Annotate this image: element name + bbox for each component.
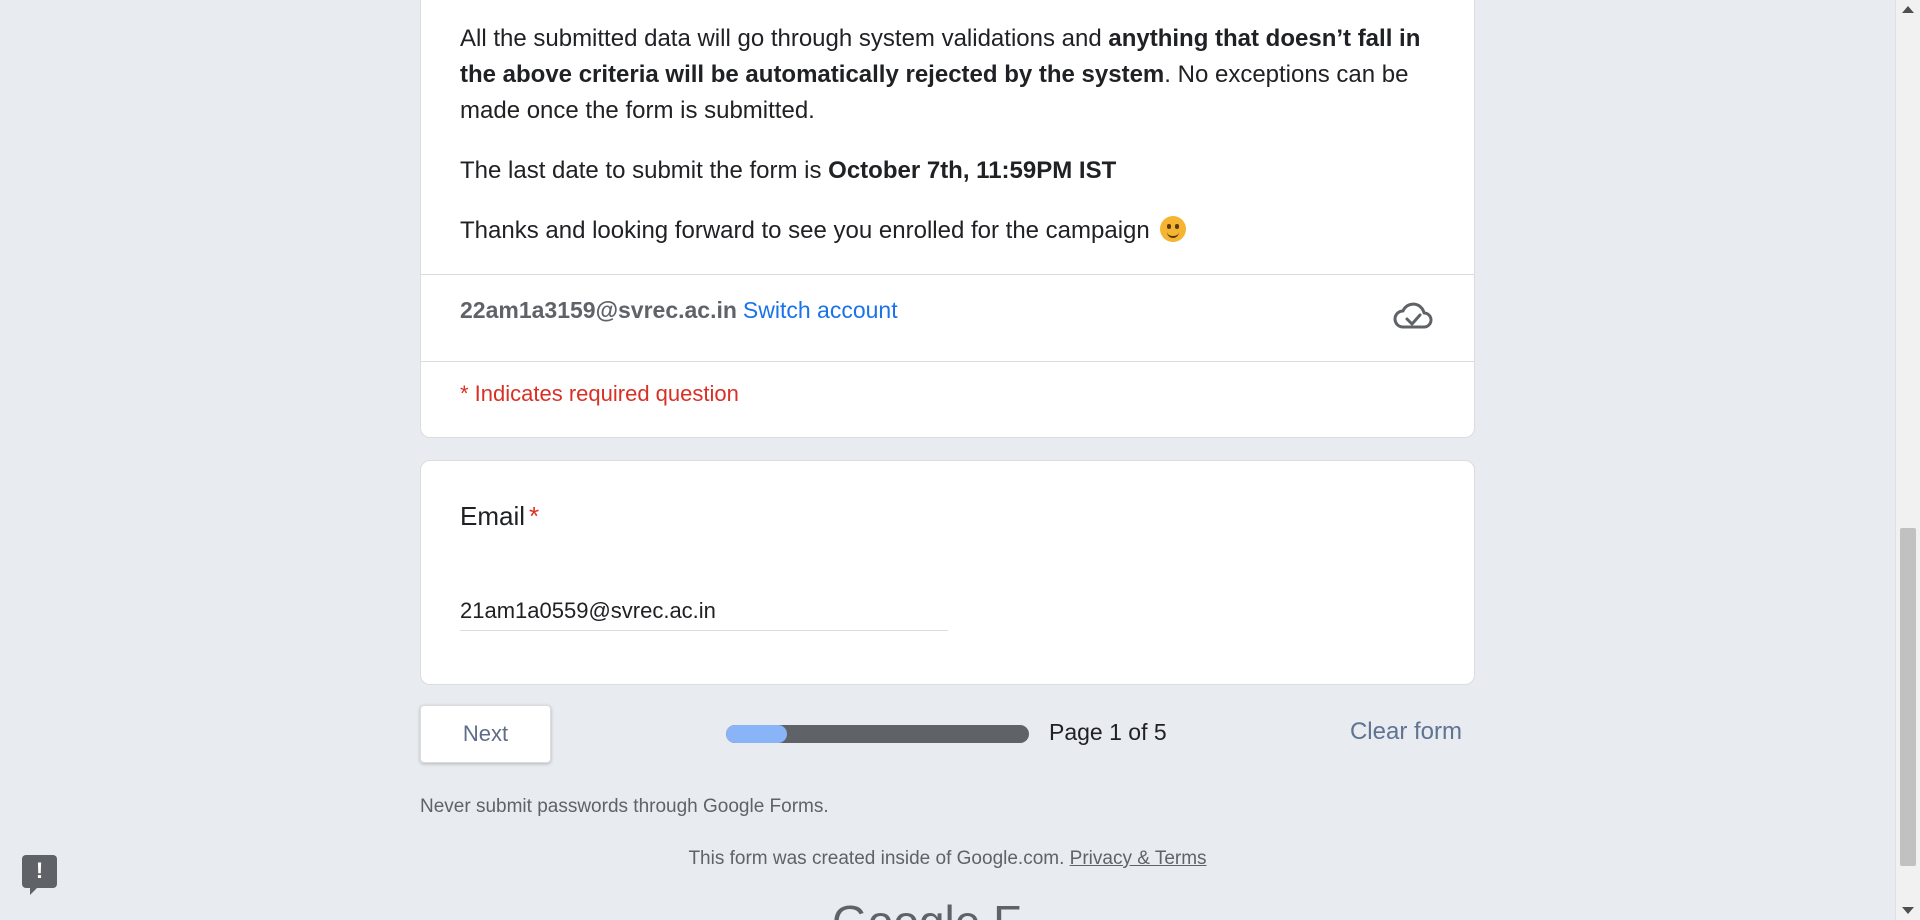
form-viewport: All the submitted data will go through s…: [0, 0, 1920, 920]
footer-text: This form was created inside of Google.c…: [688, 848, 1065, 869]
scroll-down-arrow-icon[interactable]: [1902, 907, 1914, 914]
account-email: 22am1a3159@svrec.ac.in: [460, 297, 737, 323]
page-indicator: Page 1 of 5: [1049, 719, 1167, 745]
account-row: 22am1a3159@svrec.ac.in Switch account: [421, 274, 1474, 362]
clear-form-button[interactable]: Clear form: [1350, 718, 1462, 746]
switch-account-link[interactable]: Switch account: [743, 297, 898, 323]
email-question-card: Email *: [420, 460, 1475, 685]
text: All the submitted data will go through s…: [460, 25, 1109, 52]
form-description: All the submitted data will go through s…: [421, 0, 1474, 249]
feedback-icon[interactable]: !: [22, 855, 57, 895]
progress-fill: [726, 725, 787, 743]
email-field[interactable]: [460, 591, 948, 631]
scroll-up-arrow-icon[interactable]: [1902, 6, 1914, 13]
progress-bar: [726, 725, 1029, 743]
scrollbar-thumb[interactable]: [1900, 528, 1916, 866]
cloud-check-icon[interactable]: [1392, 297, 1434, 333]
account-info: 22am1a3159@svrec.ac.in Switch account: [460, 297, 898, 324]
description-paragraph-2: The last date to submit the form is Octo…: [460, 153, 1435, 189]
required-asterisk: *: [529, 501, 540, 531]
text: Thanks and looking forward to see you en…: [460, 217, 1150, 244]
question-title: Email *: [460, 501, 539, 532]
privacy-terms-link[interactable]: Privacy & Terms: [1070, 848, 1207, 869]
next-button[interactable]: Next: [420, 705, 551, 763]
scrollbar[interactable]: [1895, 0, 1920, 920]
form-header-card: All the submitted data will go through s…: [420, 0, 1475, 438]
question-label: Email: [460, 501, 526, 531]
description-paragraph-3: Thanks and looking forward to see you en…: [460, 213, 1435, 249]
description-paragraph-1: All the submitted data will go through s…: [460, 21, 1435, 129]
google-forms-logo: Google F: [832, 895, 1021, 920]
text: The last date to submit the form is: [460, 157, 829, 184]
smile-emoji-icon: [1160, 216, 1187, 242]
password-warning: Never submit passwords through Google Fo…: [420, 796, 829, 817]
deadline-text: October 7th, 11:59PM IST: [828, 157, 1117, 184]
required-question-note: * Indicates required question: [460, 381, 739, 406]
footer-note: This form was created inside of Google.c…: [0, 848, 1895, 870]
